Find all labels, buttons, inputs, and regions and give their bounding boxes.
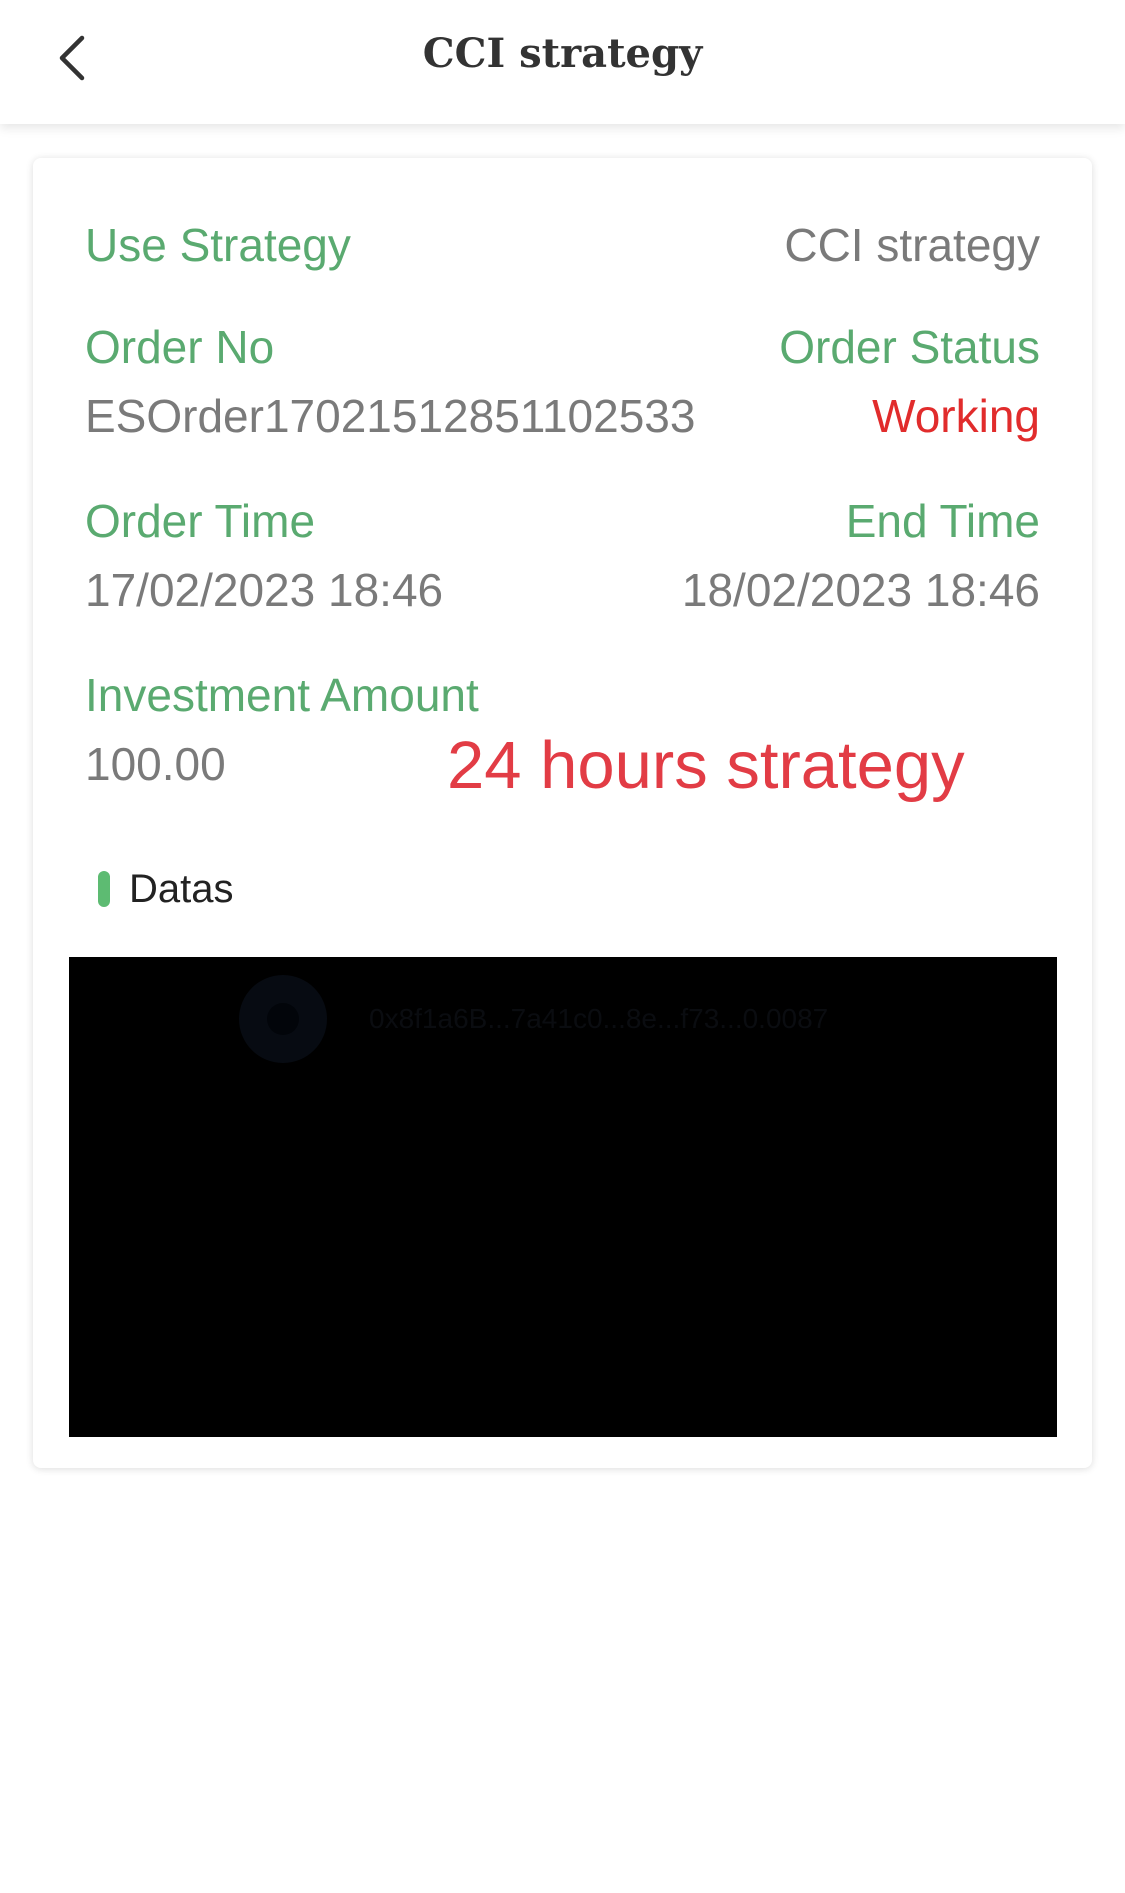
datas-section-title: Datas	[129, 867, 234, 911]
use-strategy-value: CCI strategy	[784, 219, 1040, 271]
datas-chart-area: 0x8f1a6B...7a41c0...8e...f73...0.0087	[69, 957, 1057, 1437]
order-no-label: Order No	[85, 321, 275, 373]
order-status-value: Working	[872, 390, 1040, 442]
top-nav-bar: CCI strategy	[0, 0, 1125, 124]
investment-amount-value: 100.00	[85, 738, 226, 790]
investment-amount-label: Investment Amount	[85, 669, 479, 721]
use-strategy-label: Use Strategy	[85, 219, 351, 271]
page-title: CCI strategy	[422, 30, 703, 77]
end-time-label: End Time	[845, 495, 1040, 547]
order-time-value: 17/02/2023 18:46	[85, 564, 444, 616]
end-time-value: 18/02/2023 18:46	[681, 564, 1040, 616]
chart-info-text: 0x8f1a6B...7a41c0...8e...f73...0.0087	[369, 1003, 829, 1034]
coin-logo-icon	[239, 975, 327, 1063]
section-marker	[98, 871, 110, 907]
order-details-card: Use Strategy CCI strategy Order No Order…	[33, 158, 1092, 1468]
strategy-duration-text: 24 hours strategy	[447, 728, 965, 803]
order-time-label: Order Time	[85, 495, 316, 547]
order-status-label: Order Status	[779, 321, 1040, 373]
order-no-value: ESOrder17021512851102533	[85, 390, 696, 442]
